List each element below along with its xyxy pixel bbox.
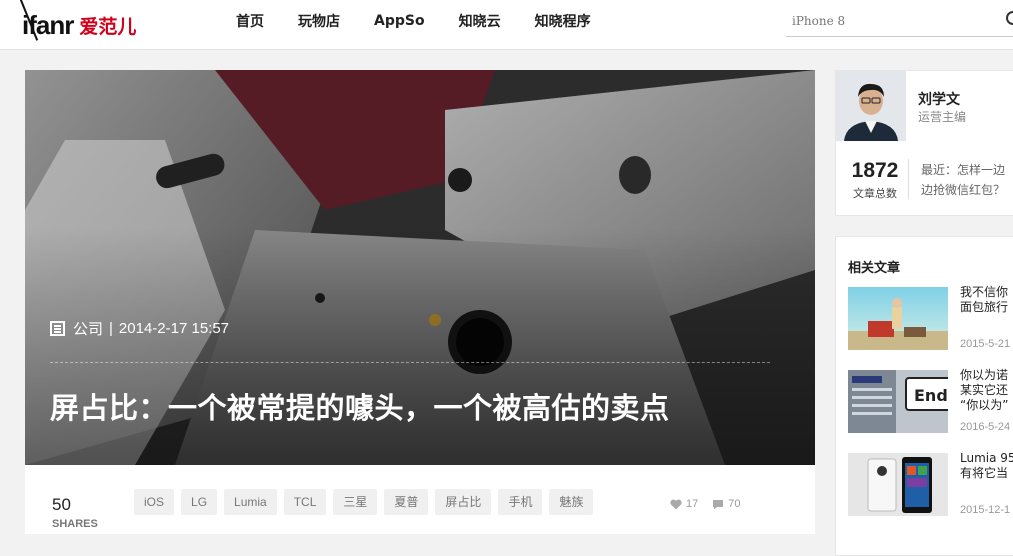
related-item-date: 2015-12-1 bbox=[960, 504, 1011, 516]
search-input[interactable] bbox=[786, 7, 986, 35]
related-thumbnail[interactable] bbox=[848, 287, 948, 350]
hero-meta: 公司 | 2014-2-17 15:57 bbox=[50, 318, 229, 339]
divider bbox=[908, 159, 909, 199]
latest-line: 最近：怎样一边 bbox=[921, 163, 1006, 177]
article-count-label: 文章总数 bbox=[853, 187, 897, 200]
related-item-date: 2016-5-24 bbox=[960, 421, 1011, 433]
related-title-line: Lumia 95 bbox=[960, 451, 1013, 465]
site-logo[interactable]: ifanr 爱范儿 bbox=[19, 0, 137, 50]
article-stats: 17 70 bbox=[670, 498, 741, 510]
related-item[interactable]: End 你以为诺 某实它还 “你以为” 2016-5-24 bbox=[848, 368, 1013, 434]
tag-item[interactable]: LG bbox=[181, 489, 218, 515]
related-title-line: 某实它还 bbox=[960, 383, 1009, 397]
latest-article-link[interactable]: 最近：怎样一边 边抢微信红包？ bbox=[921, 160, 1013, 200]
related-item[interactable]: 我不信你 面包旅行 2015-5-21 bbox=[848, 285, 1013, 351]
comments-count: 70 bbox=[728, 498, 741, 510]
article-info-bar: 50 SHARES iOS LG Lumia TCL 三星 夏普 屏占比 手机 … bbox=[25, 465, 815, 534]
related-thumbnail[interactable]: End bbox=[848, 370, 948, 433]
main-nav: 首页 玩物店 AppSo 知晓云 知晓程序 bbox=[236, 0, 625, 42]
hero-title[interactable]: 屏占比：一个被常提的噱头，一个被高估的卖点 bbox=[50, 385, 670, 427]
tag-item[interactable]: iOS bbox=[134, 489, 175, 515]
hero-divider bbox=[50, 362, 770, 363]
meta-separator: | bbox=[109, 320, 113, 337]
category-icon bbox=[50, 321, 65, 336]
top-bar: ifanr 爱范儿 首页 玩物店 AppSo 知晓云 知晓程序 bbox=[0, 0, 1013, 50]
logo-text-cn: 爱范儿 bbox=[79, 15, 137, 38]
article-count: 1872 文章总数 bbox=[844, 159, 906, 201]
latest-line: 边抢微信红包？ bbox=[921, 183, 1006, 197]
related-title-line: 我不信你 bbox=[960, 285, 1009, 299]
related-item[interactable]: Lumia 95 有将它当 2015-12-1 bbox=[848, 451, 1013, 517]
shares-label: SHARES bbox=[52, 518, 98, 530]
tag-item[interactable]: Lumia bbox=[224, 489, 277, 515]
comment-icon[interactable] bbox=[712, 499, 724, 510]
related-title-line: 面包旅行 bbox=[960, 300, 1009, 314]
author-card: 刘学文 运营主编 1872 文章总数 最近：怎样一边 边抢微信红包？ bbox=[835, 70, 1013, 216]
thumbnail-sign-text: End bbox=[914, 386, 948, 405]
author-role: 运营主编 bbox=[918, 110, 967, 124]
related-title: 相关文章 bbox=[848, 261, 901, 276]
share-counter: 50 SHARES bbox=[52, 495, 98, 530]
nav-item-home[interactable]: 首页 bbox=[236, 11, 264, 31]
related-item-title: 你以为诺 某实它还 “你以为” bbox=[960, 368, 1013, 413]
related-item-title: Lumia 95 有将它当 bbox=[960, 451, 1013, 481]
heart-icon[interactable] bbox=[670, 499, 682, 510]
nav-item-miniprogram[interactable]: 知晓程序 bbox=[535, 11, 591, 31]
tag-list: iOS LG Lumia TCL 三星 夏普 屏占比 手机 魅族 bbox=[134, 489, 600, 515]
tag-item[interactable]: TCL bbox=[283, 489, 327, 515]
nav-item-shop[interactable]: 玩物店 bbox=[298, 11, 340, 31]
author-name[interactable]: 刘学文 bbox=[918, 89, 960, 109]
article-count-number: 1872 bbox=[851, 159, 899, 182]
related-thumbnail[interactable] bbox=[848, 453, 948, 516]
shares-count: 50 bbox=[52, 495, 71, 514]
related-item-date: 2015-5-21 bbox=[960, 338, 1011, 350]
tag-item[interactable]: 魅族 bbox=[549, 489, 594, 515]
nav-item-cloud[interactable]: 知晓云 bbox=[459, 11, 501, 31]
related-title-line: 有将它当 bbox=[960, 466, 1009, 480]
likes-count: 17 bbox=[686, 498, 699, 510]
related-title-line: “你以为” bbox=[960, 398, 1009, 412]
avatar[interactable] bbox=[836, 71, 906, 141]
tag-item[interactable]: 屏占比 bbox=[435, 489, 492, 515]
related-item-title: 我不信你 面包旅行 bbox=[960, 285, 1013, 315]
related-title-line: 你以为诺 bbox=[960, 368, 1009, 382]
hero-banner[interactable]: 公司 | 2014-2-17 15:57 屏占比：一个被常提的噱头，一个被高估的… bbox=[25, 70, 815, 465]
hero-category[interactable]: 公司 bbox=[73, 318, 103, 339]
hero-date: 2014-2-17 15:57 bbox=[118, 320, 230, 337]
search-icon[interactable] bbox=[1006, 11, 1013, 25]
search-box bbox=[786, 7, 1013, 37]
tag-item[interactable]: 三星 bbox=[333, 489, 378, 515]
tag-item[interactable]: 手机 bbox=[498, 489, 543, 515]
tag-item[interactable]: 夏普 bbox=[384, 489, 429, 515]
nav-item-appso[interactable]: AppSo bbox=[374, 13, 425, 29]
related-articles: 相关文章 我不信你 面包旅行 2015-5-21 End 你以为诺 某实它还 “… bbox=[835, 236, 1013, 556]
